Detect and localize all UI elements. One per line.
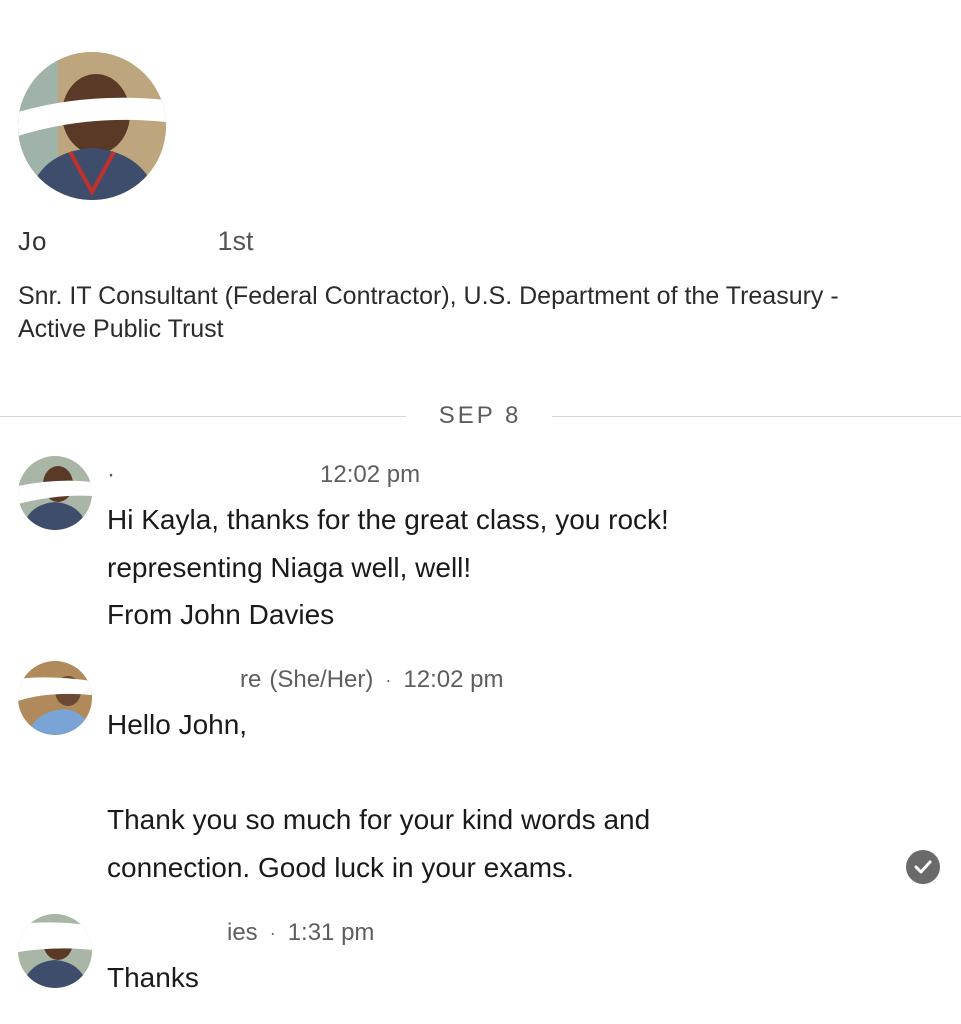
- name-redaction: [115, 465, 320, 485]
- read-check-icon: [906, 850, 940, 884]
- sender-name[interactable]: ·: [107, 461, 115, 489]
- profile-headline: Snr. IT Consultant (Federal Contractor),…: [18, 282, 839, 343]
- sender-name[interactable]: ies: [227, 919, 258, 947]
- message-body: Hello John, Thank you so much for your k…: [107, 709, 651, 883]
- message-timestamp: 1:31 pm: [287, 919, 375, 946]
- connection-degree: 1st: [217, 225, 254, 256]
- profile-name[interactable]: Jo: [18, 226, 47, 257]
- separator-dot: ·: [385, 669, 392, 690]
- message-timestamp: 12:02 pm: [403, 666, 504, 693]
- name-redaction: [107, 923, 227, 943]
- sender-name[interactable]: re: [240, 666, 261, 694]
- profile-name-line: Jo 1st: [18, 224, 254, 258]
- sender-pronouns: (She/Her): [269, 666, 374, 693]
- divider-line-right: [552, 416, 961, 417]
- message-body: Hi Kayla, thanks for the great class, yo…: [107, 504, 669, 630]
- message-header: · 12:02 pm: [107, 460, 420, 490]
- message-header: ies · 1:31 pm: [107, 918, 374, 948]
- message-timestamp: 12:02 pm: [320, 461, 421, 488]
- message-body: Thanks: [107, 962, 199, 993]
- profile-avatar[interactable]: [18, 52, 166, 200]
- divider-line-left: [0, 416, 406, 417]
- name-redaction: [47, 231, 218, 251]
- sender-avatar[interactable]: [18, 661, 92, 735]
- separator-dot: ·: [269, 922, 276, 943]
- date-divider: SEP 8: [438, 402, 522, 429]
- sender-avatar[interactable]: [18, 914, 92, 988]
- name-redaction: [107, 670, 240, 690]
- message-header: re (She/Her) · 12:02 pm: [107, 665, 503, 695]
- sender-avatar[interactable]: [18, 456, 92, 530]
